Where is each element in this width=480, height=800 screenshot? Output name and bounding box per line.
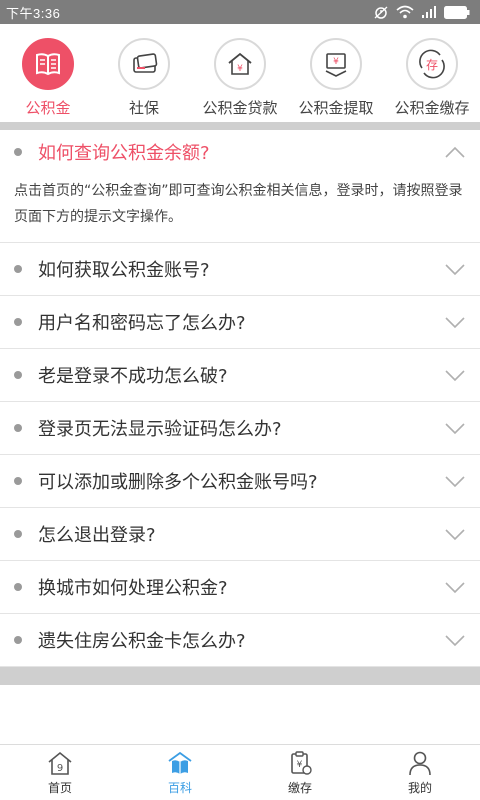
faq-question: 用户名和密码忘了怎么办? <box>38 313 246 334</box>
faq-question: 如何获取公积金账号? <box>38 260 210 281</box>
wifi-icon <box>396 5 414 19</box>
status-icons <box>373 4 470 20</box>
svg-text:¥: ¥ <box>333 57 339 67</box>
divider-band <box>0 667 480 685</box>
chevron-down-icon[interactable] <box>444 527 466 541</box>
bullet-icon <box>14 265 22 273</box>
category-shebao[interactable]: 社保 <box>96 38 192 118</box>
faq-question-row[interactable]: 用户名和密码忘了怎么办? <box>0 296 480 348</box>
svg-text:¥: ¥ <box>237 64 243 74</box>
yen-withdraw-icon: ¥ <box>310 38 362 90</box>
category-label: 社保 <box>128 99 159 117</box>
tab-home[interactable]: 9 首页 <box>0 745 120 800</box>
deposit-icon: 存 <box>406 38 458 90</box>
faq-question: 可以添加或删除多个公积金账号吗? <box>38 472 318 493</box>
svg-text:¥: ¥ <box>297 760 303 770</box>
chevron-up-icon[interactable] <box>444 145 466 159</box>
faq-question: 遗失住房公积金卡怎么办? <box>38 631 246 652</box>
svg-text:9: 9 <box>57 763 63 774</box>
svg-text:存: 存 <box>426 58 438 72</box>
faq-list: 如何查询公积金余额? 点击首页的“公积金查询”即可查询公积金相关信息，登录时，请… <box>0 130 480 667</box>
faq-question: 如何查询公积金余额? <box>38 143 210 164</box>
category-deposit[interactable]: 存 公积金缴存 <box>384 38 480 118</box>
faq-question-row[interactable]: 怎么退出登录? <box>0 508 480 560</box>
faq-question: 登录页无法显示验证码怎么办? <box>38 419 282 440</box>
status-bar: 下午3:36 <box>0 0 480 24</box>
faq-question-row[interactable]: 登录页无法显示验证码怎么办? <box>0 402 480 454</box>
chevron-down-icon[interactable] <box>444 421 466 435</box>
tab-label: 缴存 <box>287 781 312 795</box>
category-gongjijin[interactable]: 公积金 <box>0 38 96 118</box>
battery-icon <box>444 5 470 19</box>
bullet-icon <box>14 530 22 538</box>
faq-question-row[interactable]: 如何获取公积金账号? <box>0 243 480 295</box>
bullet-icon <box>14 148 22 156</box>
faq-answer: 点击首页的“公积金查询”即可查询公积金相关信息，登录时，请按照登录页面下方的提示… <box>14 183 463 225</box>
alarm-icon <box>374 6 388 19</box>
card-icon <box>118 38 170 90</box>
bottom-tab-bar: 9 首页 百科 ¥ 缴存 我的 <box>0 744 480 800</box>
category-label: 公积金 <box>25 99 71 117</box>
category-label: 公积金缴存 <box>394 99 470 117</box>
bullet-icon <box>14 583 22 591</box>
faq-question-row[interactable]: 可以添加或删除多个公积金账号吗? <box>0 455 480 507</box>
faq-question-row[interactable]: 换城市如何处理公积金? <box>0 561 480 613</box>
tab-encyclopedia[interactable]: 百科 <box>120 745 240 800</box>
book-icon <box>22 38 74 90</box>
tab-mine[interactable]: 我的 <box>360 745 480 800</box>
tab-label: 首页 <box>47 781 72 795</box>
faq-question-row[interactable]: 遗失住房公积金卡怎么办? <box>0 614 480 666</box>
faq-question: 换城市如何处理公积金? <box>38 578 228 599</box>
user-icon <box>409 751 431 776</box>
divider-band <box>0 122 480 130</box>
bullet-icon <box>14 424 22 432</box>
faq-item: 老是登录不成功怎么破? <box>0 349 480 402</box>
chevron-down-icon[interactable] <box>444 368 466 382</box>
category-label: 公积金贷款 <box>202 99 278 117</box>
category-withdraw[interactable]: ¥ 公积金提取 <box>288 38 384 118</box>
faq-question: 怎么退出登录? <box>38 525 156 546</box>
faq-question-row[interactable]: 老是登录不成功怎么破? <box>0 349 480 401</box>
tab-label: 百科 <box>167 781 192 795</box>
faq-item: 换城市如何处理公积金? <box>0 561 480 614</box>
category-label: 公积金提取 <box>298 99 374 117</box>
chevron-down-icon[interactable] <box>444 262 466 276</box>
encyclopedia-icon <box>168 751 192 774</box>
category-bar: 公积金 社保 ¥ 公积金贷款 ¥ 公积金提取 存 公积金缴存 <box>0 24 480 122</box>
bullet-icon <box>14 371 22 379</box>
tab-deposit[interactable]: ¥ 缴存 <box>240 745 360 800</box>
faq-item: 遗失住房公积金卡怎么办? <box>0 614 480 667</box>
faq-item: 可以添加或删除多个公积金账号吗? <box>0 455 480 508</box>
bullet-icon <box>14 477 22 485</box>
status-time: 下午3:36 <box>6 5 61 21</box>
chevron-down-icon[interactable] <box>444 474 466 488</box>
chevron-down-icon[interactable] <box>444 580 466 594</box>
category-loan[interactable]: ¥ 公积金贷款 <box>192 38 288 118</box>
faq-question: 老是登录不成功怎么破? <box>38 366 228 387</box>
faq-item: 用户名和密码忘了怎么办? <box>0 296 480 349</box>
faq-item: 怎么退出登录? <box>0 508 480 561</box>
faq-item: 登录页无法显示验证码怎么办? <box>0 402 480 455</box>
chevron-down-icon[interactable] <box>444 315 466 329</box>
bullet-icon <box>14 318 22 326</box>
chevron-down-icon[interactable] <box>444 633 466 647</box>
tab-label: 我的 <box>407 781 432 795</box>
faq-item: 如何获取公积金账号? <box>0 243 480 296</box>
house-yen-icon: ¥ <box>214 38 266 90</box>
signal-icon <box>422 6 436 18</box>
faq-item: 如何查询公积金余额? 点击首页的“公积金查询”即可查询公积金相关信息，登录时，请… <box>0 130 480 243</box>
home-icon: 9 <box>48 751 72 775</box>
clipboard-yen-icon: ¥ <box>291 751 312 775</box>
bullet-icon <box>14 636 22 644</box>
faq-question-row[interactable]: 如何查询公积金余额? <box>0 130 480 174</box>
